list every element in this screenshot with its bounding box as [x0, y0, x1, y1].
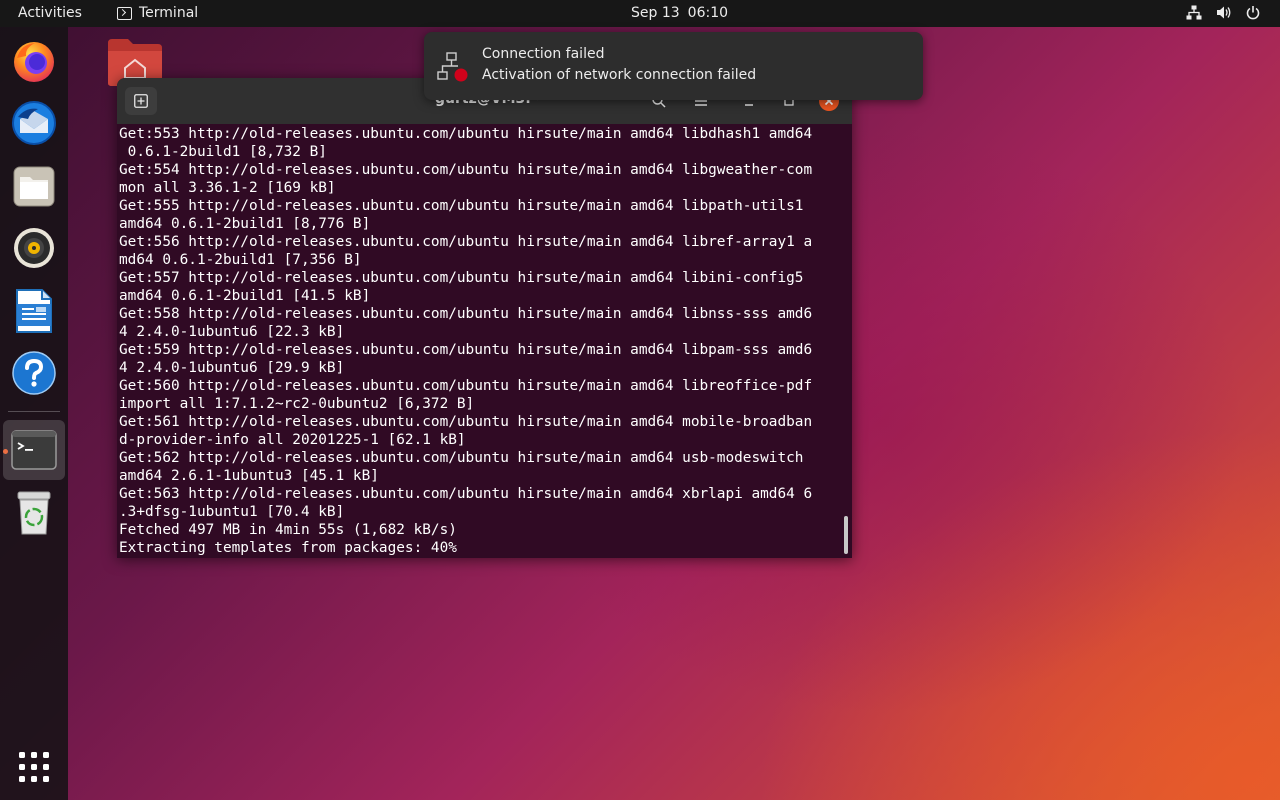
- firefox-icon: [14, 42, 54, 82]
- dock-item-trash[interactable]: [8, 487, 60, 539]
- terminal-line: Get:558 http://old-releases.ubuntu.com/u…: [119, 306, 813, 322]
- terminal-line: mon all 3.36.1-2 [169 kB]: [119, 180, 336, 196]
- dock-item-files[interactable]: [8, 160, 60, 212]
- terminal-line: Get:554 http://old-releases.ubuntu.com/u…: [119, 162, 813, 178]
- terminal-line: Get:562 http://old-releases.ubuntu.com/u…: [119, 450, 804, 466]
- notification-title: Connection failed: [482, 46, 605, 62]
- thunderbird-icon: [12, 101, 56, 145]
- rhythmbox-icon: [14, 228, 54, 268]
- app-menu-label: Terminal: [139, 5, 199, 21]
- terminal-line: 4 2.4.0-1ubuntu6 [22.3 kB]: [119, 324, 345, 340]
- dock-item-rhythmbox[interactable]: [8, 222, 60, 274]
- terminal-line: Get:557 http://old-releases.ubuntu.com/u…: [119, 270, 804, 286]
- power-icon: [1246, 6, 1260, 20]
- terminal-scrollbar[interactable]: [844, 516, 848, 554]
- terminal-line: Get:555 http://old-releases.ubuntu.com/u…: [119, 198, 804, 214]
- terminal-line: 0.6.1-2build1 [8,732 B]: [119, 144, 327, 160]
- terminal-window[interactable]: gurtz@VM3: ~: [117, 78, 852, 558]
- terminal-icon: [11, 430, 57, 470]
- terminal-output[interactable]: Get:553 http://old-releases.ubuntu.com/u…: [119, 125, 841, 557]
- clock-date: Sep 13: [631, 5, 680, 21]
- network-error-icon: [437, 52, 468, 82]
- show-applications-button[interactable]: [8, 741, 60, 793]
- new-tab-icon: [134, 94, 148, 108]
- system-tray[interactable]: [1186, 5, 1260, 20]
- terminal-line: import all 1:7.1.2~rc2-0ubuntu2 [6,372 B…: [119, 396, 475, 412]
- network-icon: [1186, 5, 1202, 20]
- trash-icon: [17, 491, 51, 535]
- terminal-line: amd64 0.6.1-2build1 [8,776 B]: [119, 216, 371, 232]
- notification-banner[interactable]: Connection failed Activation of network …: [424, 32, 923, 100]
- clock-time: 06:10: [687, 5, 729, 21]
- help-icon: [12, 351, 56, 395]
- app-menu[interactable]: Terminal: [117, 5, 198, 21]
- terminal-line: Get:560 http://old-releases.ubuntu.com/u…: [119, 378, 813, 394]
- terminal-icon: [117, 6, 132, 20]
- notification-body: Activation of network connection failed: [482, 67, 757, 83]
- new-tab-button[interactable]: [125, 87, 157, 115]
- dock-separator: [8, 411, 60, 412]
- files-icon: [13, 166, 55, 207]
- dock-item-firefox[interactable]: [8, 35, 60, 87]
- terminal-line: Get:561 http://old-releases.ubuntu.com/u…: [119, 414, 813, 430]
- dock: [0, 27, 68, 800]
- writer-icon: [16, 289, 52, 333]
- app-grid-icon: [19, 752, 49, 782]
- terminal-line: Get:553 http://old-releases.ubuntu.com/u…: [119, 126, 813, 142]
- clock[interactable]: Sep 13 06:10: [631, 5, 728, 21]
- terminal-line: Fetched 497 MB in 4min 55s (1,682 kB/s): [119, 522, 457, 538]
- terminal-line: .3+dfsg-1ubuntu1 [70.4 kB]: [119, 504, 345, 520]
- terminal-line: Get:563 http://old-releases.ubuntu.com/u…: [119, 486, 813, 502]
- terminal-line: 4 2.4.0-1ubuntu6 [29.9 kB]: [119, 360, 345, 376]
- dock-item-thunderbird[interactable]: [8, 97, 60, 149]
- terminal-line: d-provider-info all 20201225-1 [62.1 kB]: [119, 432, 466, 448]
- terminal-line: Extracting templates from packages: 40%: [119, 540, 457, 556]
- terminal-line: amd64 2.6.1-1ubuntu3 [45.1 kB]: [119, 468, 379, 484]
- terminal-line: md64 0.6.1-2build1 [7,356 B]: [119, 252, 362, 268]
- dock-item-help[interactable]: [8, 347, 60, 399]
- terminal-line: amd64 0.6.1-2build1 [41.5 kB]: [119, 288, 371, 304]
- dock-item-terminal[interactable]: [3, 420, 65, 480]
- activities-button[interactable]: Activities: [18, 5, 82, 21]
- top-bar: Activities Terminal Sep 13 06:10: [0, 0, 1280, 27]
- dock-item-libreoffice-writer[interactable]: [8, 285, 60, 337]
- terminal-line: Get:559 http://old-releases.ubuntu.com/u…: [119, 342, 813, 358]
- terminal-line: Get:556 http://old-releases.ubuntu.com/u…: [119, 234, 813, 250]
- volume-icon: [1217, 6, 1231, 19]
